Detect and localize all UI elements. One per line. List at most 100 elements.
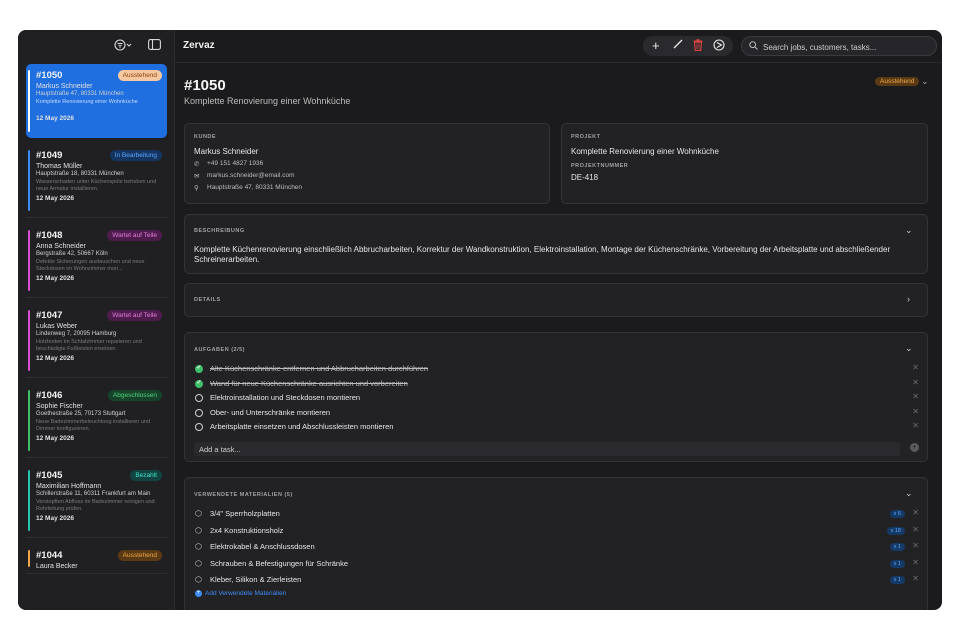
details-panel[interactable]: DETAILS › <box>184 283 928 317</box>
chevron-down-icon[interactable]: ⌄ <box>921 76 929 87</box>
job-description: Wasserschaden unter Küchenspüle beheben … <box>36 179 157 192</box>
description-text: Komplette Küchenrenovierung einschließli… <box>194 245 891 264</box>
task-checkbox[interactable] <box>195 379 203 388</box>
customer-name: Laura Becker <box>36 563 78 570</box>
quantity-badge[interactable]: x 1 <box>889 543 905 551</box>
add-material-button[interactable]: + Add Verwendete Materialien <box>195 590 286 597</box>
task-item: Wand für neue Küchenschränke ausrichten … <box>195 378 919 392</box>
customer-phone[interactable]: +49 151 4827 1936 <box>207 160 263 167</box>
chevron-right-icon[interactable]: › <box>907 294 910 304</box>
task-text[interactable]: Alte Küchenschränke entfernen und Abbruc… <box>210 364 428 373</box>
task-text[interactable]: Ober- und Unterschränke montieren <box>210 408 330 417</box>
plus-icon: + <box>195 590 202 597</box>
job-card[interactable]: #1044 Ausstehend Laura Becker <box>26 544 167 574</box>
status-badge: In Bearbeitung <box>109 150 162 161</box>
task-item: Arbeitsplatte einsetzen und Abschlusslei… <box>195 421 919 435</box>
pencil-icon[interactable] <box>673 39 683 52</box>
customer-email[interactable]: markus.schneider@email.com <box>207 172 295 179</box>
material-item: ⬡ 3/4" Sperrholzplatten x 6 ✕ <box>195 508 919 522</box>
job-sidebar: #1050 Ausstehend Markus Schneider Hauptstra… <box>18 30 175 610</box>
trash-icon[interactable] <box>693 39 703 54</box>
plus-icon[interactable]: + <box>652 38 660 53</box>
status-accent-bar <box>28 390 30 451</box>
close-icon[interactable]: ✕ <box>912 525 919 534</box>
status-badge: Wartet auf Teile <box>107 230 162 241</box>
description-label: BESCHREIBUNG <box>194 228 245 234</box>
chevron-down-icon[interactable]: ⌄ <box>905 225 913 236</box>
job-description <box>36 572 161 586</box>
quantity-badge[interactable]: x 1 <box>889 559 905 568</box>
quantity-badge[interactable]: x 6 <box>889 510 905 518</box>
close-icon[interactable]: ✕ <box>912 508 919 517</box>
close-icon[interactable]: ✕ <box>912 421 919 430</box>
status-badge: Abgeschlossen <box>107 390 162 401</box>
job-address: Schillerstraße 11, 60311 Frankfurt am Ma… <box>36 491 151 497</box>
job-card[interactable]: #1046 Abgeschlossen Sophie Fischer Goethest… <box>26 384 167 458</box>
job-date: 12 May 2026 <box>36 275 74 282</box>
add-task-input[interactable] <box>194 442 900 456</box>
job-address: Hauptstraße 47, 80331 München <box>36 91 124 97</box>
details-label: DETAILS <box>194 297 221 303</box>
job-card[interactable]: #1047 Wartet auf Teile Lukas Weber Lindenwe… <box>26 304 167 378</box>
project-label: PROJEKT <box>571 134 601 140</box>
sidebar-toolbar <box>18 30 174 62</box>
job-card[interactable]: #1045 Bezahlt Maximilian Hoffmann Schillers… <box>26 464 167 538</box>
customer-panel: KUNDE Markus Schneider ✆ +49 151 4827 19… <box>184 123 550 204</box>
status-badge[interactable]: Ausstehend <box>875 77 920 86</box>
package-icon: ⬡ <box>195 509 202 518</box>
search-input[interactable] <box>761 40 935 54</box>
task-checkbox[interactable] <box>195 364 203 373</box>
chevron-down-icon[interactable]: ⌄ <box>905 343 913 354</box>
close-icon[interactable]: ✕ <box>912 407 919 416</box>
chevron-down-icon[interactable]: ⌄ <box>905 488 913 499</box>
status-accent-bar <box>28 550 30 567</box>
customer-name: Sophie Fischer <box>36 403 83 410</box>
status-badge: Ausstehend <box>117 70 162 81</box>
customer-name: Thomas Müller <box>36 163 83 170</box>
location-icon: ⚲ <box>194 185 199 192</box>
job-address: Goethestraße 25, 70173 Stuttgart <box>36 411 126 417</box>
job-card[interactable]: #1049 In Bearbeitung Thomas Müller Hauptstr… <box>26 144 167 218</box>
close-icon[interactable]: ✕ <box>912 541 919 550</box>
close-icon[interactable]: ✕ <box>912 558 919 567</box>
package-icon: ⬡ <box>195 558 202 568</box>
status-badge: Wartet auf Teile <box>107 310 162 321</box>
settings-icon[interactable] <box>713 39 725 54</box>
job-detail: Zervaz + #1050 Komplette <box>175 30 942 610</box>
close-icon[interactable]: ✕ <box>912 363 919 372</box>
customer-address[interactable]: Hauptstraße 47, 80331 München <box>207 184 302 191</box>
project-panel: PROJEKT Komplette Renovierung einer Wohn… <box>561 123 928 204</box>
task-text[interactable]: Elektroinstallation und Steckdosen monti… <box>210 393 360 402</box>
task-checkbox[interactable] <box>195 408 203 417</box>
close-icon[interactable]: ✕ <box>912 574 919 583</box>
filter-icon[interactable] <box>114 39 132 54</box>
material-name: Schrauben & Befestigungen für Schränke <box>210 558 349 568</box>
customer-label: KUNDE <box>194 134 217 140</box>
task-text[interactable]: Wand für neue Küchenschränke ausrichten … <box>210 379 408 388</box>
task-checkbox[interactable] <box>195 394 203 403</box>
package-icon: ⬡ <box>195 575 202 584</box>
material-item: ⬡ Kleber, Silikon & Zierleisten x 1 ✕ <box>195 574 919 588</box>
job-description: Komplette Renovierung einer Wohnküche <box>36 99 138 105</box>
job-date: 12 May 2026 <box>36 195 74 202</box>
task-checkbox[interactable] <box>195 423 203 432</box>
close-icon[interactable]: ✕ <box>912 392 919 401</box>
task-text[interactable]: Arbeitsplatte einsetzen und Abschlusslei… <box>210 422 393 431</box>
job-description: Verstopften Abfluss im Badezimmer reinig… <box>36 499 155 512</box>
job-address: Lindenweg 7, 20095 Hamburg <box>36 331 117 337</box>
status-badge: Ausstehend <box>117 550 162 561</box>
job-card[interactable]: #1050 Ausstehend Markus Schneider Hauptstra… <box>26 64 167 138</box>
quantity-badge[interactable]: x 18 <box>886 526 905 535</box>
project-number-label: PROJEKTNUMMER <box>571 163 629 169</box>
quantity-badge[interactable]: x 1 <box>889 576 905 584</box>
job-card[interactable]: #1048 Wartet auf Teile Anna Schneider Bergs… <box>26 224 167 298</box>
status-accent-bar <box>28 470 30 531</box>
add-task-button[interactable]: + <box>910 443 919 452</box>
task-item: Ober- und Unterschränke montieren ✕ <box>195 407 919 421</box>
close-icon[interactable]: ✕ <box>912 378 919 387</box>
materials-label: VERWENDETE MATERIALIEN (5) <box>194 492 293 498</box>
project-number: DE-418 <box>571 173 599 182</box>
tasks-panel: AUFGABEN (2/5) ⌄ Alte Küchenschränke ent… <box>184 332 928 462</box>
project-name: Komplette Renovierung einer Wohnküche <box>571 147 719 156</box>
sidebar-toggle-icon[interactable] <box>148 39 161 53</box>
